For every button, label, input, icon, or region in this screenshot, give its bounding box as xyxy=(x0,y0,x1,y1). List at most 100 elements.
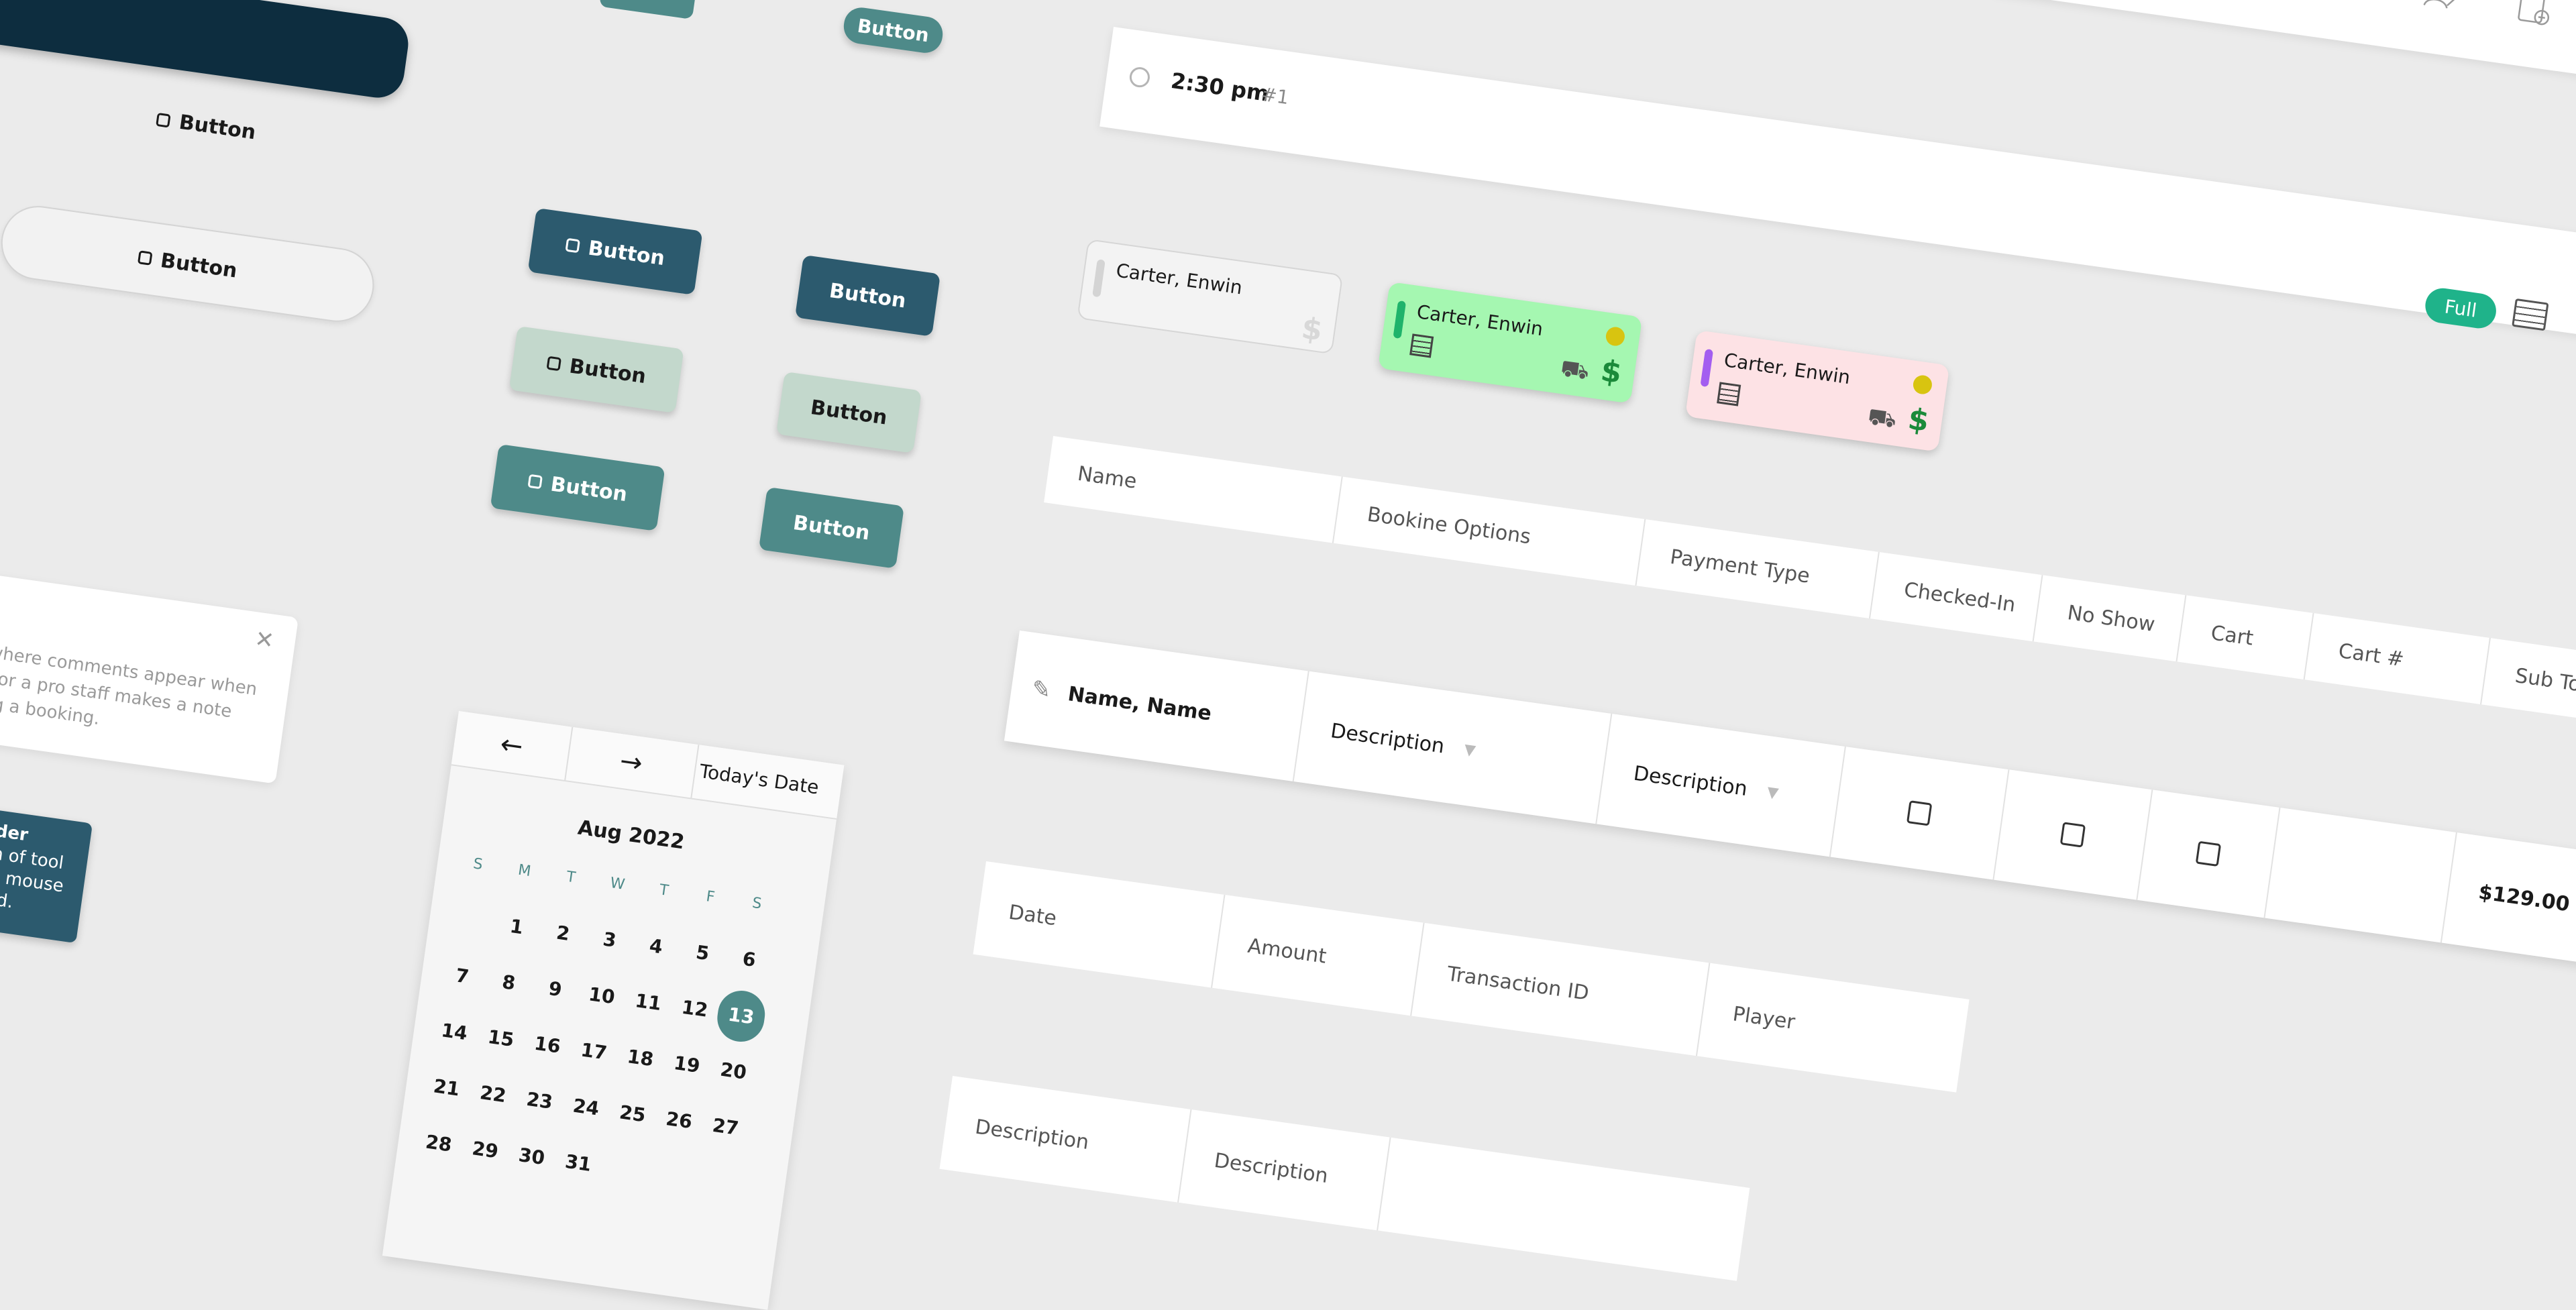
col-header[interactable]: Description xyxy=(1179,1109,1391,1231)
player-name: Name, Name xyxy=(1066,681,1214,726)
user-edit-icon[interactable] xyxy=(2419,0,2465,17)
arrow-right-icon: → xyxy=(618,745,645,779)
calendar-day[interactable]: 21 xyxy=(422,1073,472,1101)
cart-number-field[interactable] xyxy=(2265,808,2457,943)
weekday-label: M xyxy=(517,861,532,881)
calendar-day[interactable]: 3 xyxy=(585,926,635,954)
calendar-day[interactable]: 30 xyxy=(507,1142,557,1170)
calendar-day[interactable]: 11 xyxy=(623,988,673,1016)
month-label: Aug 2022 xyxy=(576,816,686,855)
dollar-icon: $ xyxy=(1906,402,1931,439)
calendar-day[interactable]: 28 xyxy=(414,1129,464,1157)
col-header[interactable]: Payment Type xyxy=(1636,519,1880,619)
col-header[interactable]: Name xyxy=(1044,436,1343,543)
col-header[interactable]: Amount xyxy=(1212,895,1425,1016)
calendar-day[interactable]: 18 xyxy=(616,1044,665,1072)
calendar-day[interactable]: 7 xyxy=(437,962,487,990)
calendar-day[interactable]: 24 xyxy=(561,1093,611,1121)
tee-card-green[interactable]: Carter, Enwin ⛟ $ xyxy=(1377,282,1643,404)
tee-card-empty[interactable]: Carter, Enwin $ xyxy=(1077,239,1344,355)
weekday-label: S xyxy=(472,855,484,874)
col-header[interactable]: Description xyxy=(939,1076,1192,1203)
chevron-down-icon: ▼ xyxy=(1462,741,1477,759)
prev-month-button[interactable]: ← xyxy=(451,711,574,781)
checked-in-checkbox[interactable] xyxy=(1906,800,1933,826)
receipt-icon xyxy=(1409,333,1434,358)
calendar-day[interactable]: 25 xyxy=(608,1099,657,1128)
dark-button[interactable]: Button xyxy=(794,255,941,337)
arrow-left-icon: ← xyxy=(498,728,525,763)
full-badge[interactable]: Full xyxy=(2423,286,2499,331)
calendar-day[interactable]: 2 xyxy=(538,919,588,947)
calendar-day[interactable]: 1 xyxy=(492,912,541,940)
calendar-day-selected[interactable]: 13 xyxy=(714,987,768,1045)
icon-toolbar xyxy=(1994,0,2576,86)
next-month-button[interactable]: → xyxy=(564,726,700,798)
text-button[interactable]: Button xyxy=(155,107,257,144)
calendar-day[interactable]: 31 xyxy=(553,1149,603,1177)
calendar-day[interactable]: 20 xyxy=(708,1056,758,1085)
calendar-day[interactable]: 14 xyxy=(429,1018,479,1046)
calendar-day[interactable]: 29 xyxy=(460,1136,510,1164)
pin-icon[interactable]: ✎ xyxy=(1030,675,1053,705)
calendar-day[interactable]: 4 xyxy=(631,932,681,961)
no-show-checkbox[interactable] xyxy=(2059,822,2086,848)
light-icon-button[interactable]: Button xyxy=(508,326,684,413)
teal-button[interactable]: Button xyxy=(758,487,904,569)
calendar-day[interactable]: 23 xyxy=(515,1087,564,1115)
col-header[interactable]: Sub Tot xyxy=(2481,638,2576,726)
weekday-label: S xyxy=(751,894,763,913)
receipt-icon[interactable] xyxy=(2512,298,2549,331)
today-button[interactable]: Today's Date xyxy=(698,760,820,799)
col-header[interactable]: Player xyxy=(1697,963,1970,1093)
light-button[interactable]: Button xyxy=(775,372,922,453)
radio-button[interactable] xyxy=(1128,66,1151,89)
calendar-day[interactable]: 19 xyxy=(662,1050,712,1079)
golf-cart-icon: ⛟ xyxy=(1558,354,1591,386)
payment-type-select[interactable]: Description ▼ xyxy=(1597,714,1846,857)
calendar-day[interactable]: 10 xyxy=(577,981,627,1009)
outline-pill-button[interactable]: Button xyxy=(0,201,379,327)
dollar-icon: $ xyxy=(1599,353,1624,391)
tee-card-pink[interactable]: Carter, Enwin ⛟ $ xyxy=(1684,330,1950,452)
booking-option-select[interactable]: Description ▼ xyxy=(1293,671,1613,824)
calendar-day[interactable]: 9 xyxy=(531,975,580,1003)
subtotal: $129.00 xyxy=(2477,880,2571,916)
dark-icon-button[interactable]: Button xyxy=(527,208,703,295)
receipt-icon xyxy=(1717,382,1741,406)
dark-button-edge[interactable] xyxy=(599,0,697,19)
calendar-day[interactable]: 17 xyxy=(569,1037,619,1065)
col-header[interactable]: Cart # xyxy=(2304,613,2491,705)
dollar-icon: $ xyxy=(1299,311,1325,348)
col-header[interactable]: Cart xyxy=(2177,595,2314,680)
close-icon[interactable]: ✕ xyxy=(253,625,276,655)
checkbox-icon xyxy=(564,237,580,254)
player-name: Carter, Enwin xyxy=(1415,301,1545,341)
calendar-day[interactable]: 8 xyxy=(484,969,533,997)
teal-icon-button[interactable]: Button xyxy=(490,444,665,531)
calendar-day[interactable]: 22 xyxy=(468,1080,518,1108)
teal-small-button-top[interactable]: Button xyxy=(841,5,945,56)
player-name: Carter, Enwin xyxy=(1114,259,1244,299)
dark-pill-button-top[interactable] xyxy=(0,0,412,101)
calendar-day[interactable]: 15 xyxy=(476,1024,526,1052)
col-header[interactable]: Date xyxy=(973,861,1226,988)
cart-checkbox[interactable] xyxy=(2195,840,2222,867)
col-header[interactable]: Bookine Options xyxy=(1333,476,1646,586)
calendar-day[interactable]: 12 xyxy=(670,995,720,1023)
weekday-label: T xyxy=(565,868,577,887)
col-header[interactable]: Transaction ID xyxy=(1411,922,1711,1056)
calendar-day[interactable]: 5 xyxy=(678,938,727,967)
description-table-header: Description Description xyxy=(939,1076,1750,1281)
calendar-day[interactable]: 16 xyxy=(523,1031,572,1059)
calendar-day[interactable]: 6 xyxy=(724,945,774,973)
mail-icon[interactable] xyxy=(2328,0,2373,4)
clipboard-add-icon[interactable] xyxy=(2511,0,2557,30)
checkbox-icon xyxy=(545,356,561,372)
checkbox-icon xyxy=(137,250,153,266)
col-header xyxy=(1378,1138,1750,1281)
calendar-day[interactable]: 27 xyxy=(701,1113,751,1141)
col-header[interactable]: Checked-In xyxy=(1870,552,2043,642)
col-header[interactable]: No Show xyxy=(2033,575,2187,662)
calendar-day[interactable]: 26 xyxy=(654,1106,704,1134)
